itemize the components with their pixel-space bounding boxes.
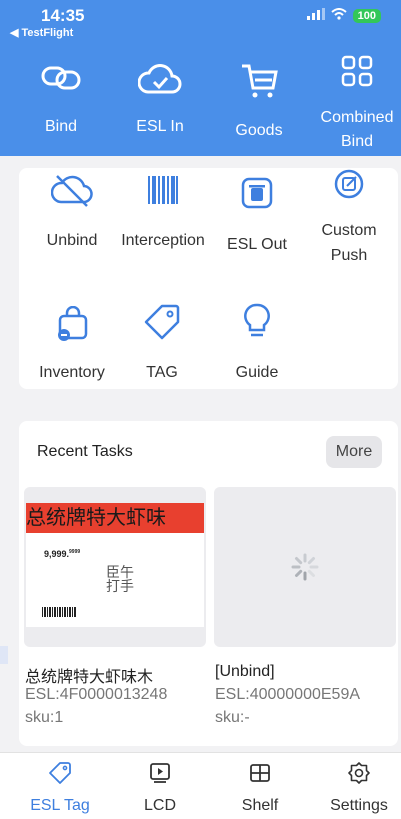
loading-spinner-icon	[291, 553, 319, 581]
tab-label: Shelf	[241, 797, 279, 814]
tab-settings[interactable]: Settings	[314, 761, 401, 815]
tag-icon	[49, 762, 71, 784]
tag-label: TAG	[146, 364, 178, 381]
label-code: 臣午 打手	[106, 564, 134, 594]
bag-icon	[58, 306, 88, 341]
tab-label: ESL Tag	[30, 797, 90, 814]
more-button[interactable]: More	[326, 436, 382, 468]
bind-label: Bind	[44, 118, 78, 135]
play-screen-icon	[150, 763, 170, 783]
custom-push-label: Custom Push	[321, 222, 377, 264]
shelf-grid-icon	[250, 764, 270, 782]
bulb-icon	[244, 303, 270, 337]
combined-bind-button[interactable]: Combined Bind	[312, 54, 401, 150]
grid-icon	[341, 55, 373, 87]
tag-icon	[144, 304, 180, 340]
task-thumbnail[interactable]: 总统牌特大虾味 9,999.9999 臣午 打手	[24, 487, 206, 647]
barcode-icon	[42, 607, 76, 617]
guide-button[interactable]: Guide	[202, 302, 312, 385]
bind-button[interactable]: Bind	[16, 62, 106, 135]
custom-push-button[interactable]: Custom Push	[294, 168, 401, 268]
top-header: 14:35 ◀ TestFlight 100 Bind ESL In Goods…	[0, 0, 401, 156]
bottom-tab-bar: ESL Tag LCD Shelf Settings	[0, 752, 401, 819]
task-esl: ESL:4F0000013248	[25, 686, 168, 703]
task-name: 总统牌特大虾味木	[25, 669, 154, 686]
cart-icon	[242, 64, 278, 98]
battery-badge: 100	[352, 8, 381, 23]
esl-in-button[interactable]: ESL In	[115, 62, 205, 135]
barcode-icon	[148, 176, 178, 204]
gear-icon	[348, 762, 370, 784]
status-indicators: 100	[306, 8, 381, 23]
back-to-testflight[interactable]: ◀ TestFlight	[10, 26, 73, 39]
function-grid-card: Unbind Interception ESL Out Custom Push	[19, 168, 398, 389]
combined-bind-label: Combined Bind	[320, 109, 394, 150]
task-sku: sku:-	[215, 709, 250, 726]
recent-tasks-title: Recent Tasks	[37, 443, 133, 460]
edit-circle-icon	[334, 169, 364, 199]
label-price: 9,999.9999	[44, 549, 81, 559]
esl-in-label: ESL In	[136, 118, 184, 135]
wifi-icon	[330, 8, 347, 23]
trash-icon	[241, 177, 273, 209]
status-time: 14:35	[41, 6, 85, 25]
task-thumbnail[interactable]	[214, 487, 396, 647]
recent-tasks-card: Recent Tasks More 总统牌特大虾味 9,999.9999 臣午 …	[19, 421, 398, 746]
task-sku: sku:1	[25, 709, 64, 726]
esl-label-preview: 总统牌特大虾味 9,999.9999 臣午 打手	[26, 503, 204, 627]
tab-lcd[interactable]: LCD	[115, 761, 205, 815]
tag-button[interactable]: TAG	[107, 302, 217, 385]
task-esl: ESL:40000000E59A	[215, 686, 361, 703]
goods-label: Goods	[235, 122, 283, 139]
edge-indicator	[0, 646, 8, 664]
goods-button[interactable]: Goods	[214, 62, 304, 139]
link-icon	[41, 66, 81, 90]
cloud-off-icon	[51, 175, 93, 207]
label-banner: 总统牌特大虾味	[26, 503, 204, 533]
tab-shelf[interactable]: Shelf	[215, 761, 305, 815]
task-name: [Unbind]	[215, 663, 275, 680]
tab-label: Settings	[330, 797, 388, 814]
tab-label: LCD	[143, 797, 176, 814]
guide-label: Guide	[235, 364, 279, 381]
signal-icon	[306, 8, 325, 23]
tab-esl-tag[interactable]: ESL Tag	[15, 761, 105, 815]
cloud-check-icon	[138, 64, 182, 94]
